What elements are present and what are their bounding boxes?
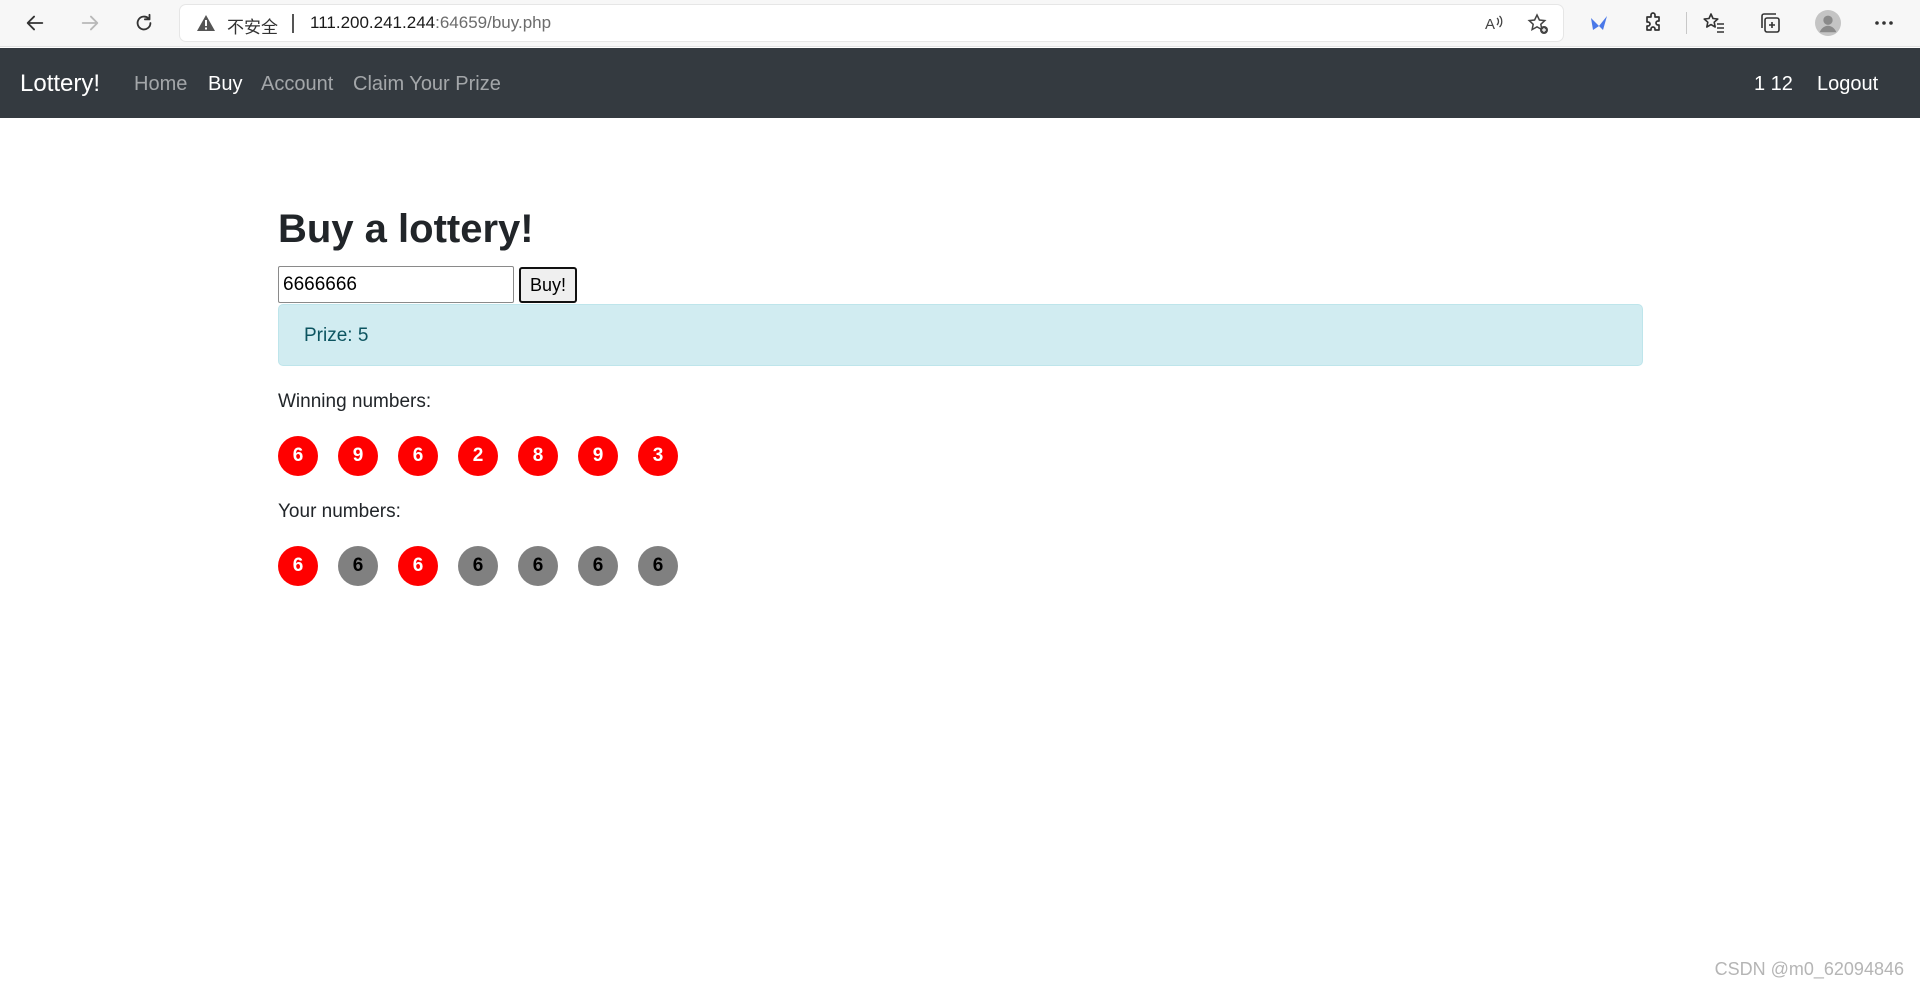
- browser-toolbar: 不安全 111.200.241.244:64659/buy.php A: [0, 0, 1920, 47]
- nav-home[interactable]: Home: [134, 73, 187, 96]
- reload-button[interactable]: [126, 6, 162, 40]
- winning-number-ball: 2: [458, 436, 498, 476]
- winning-number-ball: 3: [638, 436, 678, 476]
- nav-claim-prize[interactable]: Claim Your Prize: [353, 73, 501, 96]
- prize-alert: Prize: 5: [278, 304, 1643, 366]
- prize-text: Prize: 5: [304, 325, 369, 346]
- winning-numbers-label: Winning numbers:: [278, 391, 432, 412]
- security-label[interactable]: 不安全: [227, 13, 278, 38]
- back-arrow-icon: [26, 15, 44, 31]
- warning-icon: [197, 15, 215, 31]
- your-number-ball: 6: [398, 546, 438, 586]
- nav-buy[interactable]: Buy: [208, 73, 242, 96]
- more-button[interactable]: [1871, 10, 1897, 36]
- forward-arrow-icon: [81, 15, 99, 31]
- winning-number-ball: 6: [278, 436, 318, 476]
- collections-icon: [1761, 13, 1780, 33]
- your-number-ball: 6: [278, 546, 318, 586]
- favorites-icon: [1703, 13, 1724, 33]
- brand-link[interactable]: Lottery!: [20, 70, 100, 98]
- read-aloud-icon[interactable]: A: [1483, 13, 1505, 35]
- user-info: 1 12: [1754, 73, 1793, 95]
- puzzle-icon: [1646, 12, 1660, 31]
- profile-button[interactable]: [1815, 10, 1841, 36]
- favorites-button[interactable]: [1701, 10, 1727, 36]
- site-navbar: Lottery! Home Buy Account Claim Your Pri…: [0, 48, 1920, 118]
- reload-icon: [136, 13, 152, 31]
- nav-logout[interactable]: Logout: [1817, 73, 1878, 96]
- buy-button[interactable]: Buy!: [519, 267, 577, 303]
- address-bar[interactable]: 不安全 111.200.241.244:64659/buy.php A: [180, 5, 1563, 41]
- toolbar-separator: [1686, 12, 1687, 34]
- your-numbers-label: Your numbers:: [278, 501, 401, 522]
- profile-icon: [1815, 10, 1841, 36]
- extension-bird-icon: [1591, 16, 1607, 30]
- address-separator: [292, 14, 294, 33]
- extension-bird-button[interactable]: [1586, 10, 1612, 36]
- url-path: :64659/buy.php: [435, 13, 552, 32]
- page-title: Buy a lottery!: [278, 207, 534, 251]
- winning-number-ball: 8: [518, 436, 558, 476]
- winning-number-ball: 9: [578, 436, 618, 476]
- your-number-ball: 6: [638, 546, 678, 586]
- your-number-ball: 6: [458, 546, 498, 586]
- more-icon: [1875, 21, 1893, 25]
- winning-number-ball: 6: [398, 436, 438, 476]
- extensions-button[interactable]: [1641, 10, 1667, 36]
- your-number-ball: 6: [518, 546, 558, 586]
- winning-number-ball: 9: [338, 436, 378, 476]
- back-button[interactable]: [17, 6, 53, 40]
- collections-button[interactable]: [1757, 10, 1783, 36]
- your-number-ball: 6: [578, 546, 618, 586]
- lottery-number-input[interactable]: [278, 266, 514, 303]
- your-number-ball: 6: [338, 546, 378, 586]
- svg-text:A: A: [1485, 16, 1495, 33]
- watermark: CSDN @m0_62094846: [1714, 959, 1904, 979]
- url-text[interactable]: 111.200.241.244:64659/buy.php: [310, 13, 551, 33]
- nav-account[interactable]: Account: [261, 73, 333, 96]
- favorite-add-icon[interactable]: [1527, 13, 1549, 35]
- forward-button[interactable]: [72, 6, 108, 40]
- url-host: 111.200.241.244: [310, 13, 436, 32]
